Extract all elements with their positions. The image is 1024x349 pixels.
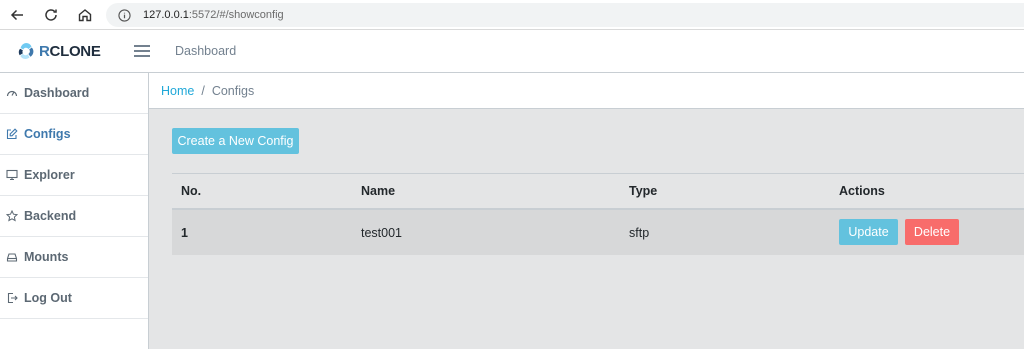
configs-table: No. Name Type Actions 1 test001 sftp Upd…: [172, 173, 1024, 255]
hamburger-icon: [134, 45, 150, 57]
rclone-logo-icon: [18, 43, 34, 59]
breadcrumb: Home / Configs: [149, 73, 1024, 109]
column-header-type: Type: [629, 184, 658, 198]
speedometer-icon: [6, 87, 19, 100]
star-icon: [6, 210, 19, 223]
create-config-button[interactable]: Create a New Config: [172, 128, 299, 154]
column-header-actions: Actions: [839, 184, 885, 198]
sidebar-item-label: Mounts: [24, 250, 69, 264]
delete-button[interactable]: Delete: [905, 219, 959, 245]
sidebar-item-configs[interactable]: Configs: [0, 114, 148, 155]
url-path: :5572/#/showconfig: [188, 9, 284, 21]
cell-no: 1: [181, 225, 188, 240]
url-host: 127.0.0.1: [143, 9, 189, 21]
column-header-name: Name: [361, 184, 396, 198]
breadcrumb-home-link[interactable]: Home: [161, 84, 194, 98]
sidebar-item-mounts[interactable]: Mounts: [0, 237, 148, 278]
sidebar-item-label: Explorer: [24, 168, 75, 182]
main-content: Create a New Config No. Name Type Action…: [149, 109, 1024, 349]
cell-name: test001: [361, 225, 403, 240]
update-button[interactable]: Update: [839, 219, 898, 245]
brand-name: RCLONE: [39, 43, 101, 60]
monitor-icon: [6, 169, 19, 182]
brand-rest: CLONE: [49, 42, 101, 60]
table-header: No. Name Type Actions: [172, 173, 1024, 210]
sidebar-item-label: Log Out: [24, 291, 72, 305]
sidebar-item-log-out[interactable]: Log Out: [0, 278, 148, 319]
sidebar: Dashboard Configs Explorer Backend Mount…: [0, 73, 149, 349]
brand-initial: R: [39, 42, 50, 60]
header-dashboard-link[interactable]: Dashboard: [175, 44, 236, 58]
sidebar-item-label: Configs: [24, 127, 71, 141]
sidebar-item-dashboard[interactable]: Dashboard: [0, 73, 148, 114]
sidebar-toggle-button[interactable]: [122, 30, 162, 73]
sidebar-item-label: Dashboard: [24, 86, 90, 100]
sidebar-item-backend[interactable]: Backend: [0, 196, 148, 237]
home-icon[interactable]: [68, 0, 102, 30]
app-header: RCLONE Dashboard: [0, 30, 1024, 73]
sidebar-item-label: Backend: [24, 209, 77, 223]
info-icon[interactable]: [118, 8, 131, 22]
column-header-no: No.: [181, 184, 202, 198]
sidebar-item-explorer[interactable]: Explorer: [0, 155, 148, 196]
address-bar[interactable]: 127.0.0.1:5572/#/showconfig: [106, 3, 1024, 27]
reload-icon[interactable]: [34, 0, 68, 30]
edit-icon: [6, 128, 19, 141]
brand-logo[interactable]: RCLONE: [0, 30, 110, 73]
back-icon[interactable]: [0, 0, 34, 30]
breadcrumb-current: Configs: [211, 83, 255, 98]
logout-icon: [6, 292, 19, 305]
browser-toolbar: 127.0.0.1:5572/#/showconfig: [0, 0, 1024, 30]
cell-type: sftp: [629, 225, 650, 240]
table-row: 1 test001 sftp Update Delete: [172, 210, 1024, 255]
drive-icon: [6, 251, 19, 264]
breadcrumb-separator: /: [201, 83, 205, 98]
